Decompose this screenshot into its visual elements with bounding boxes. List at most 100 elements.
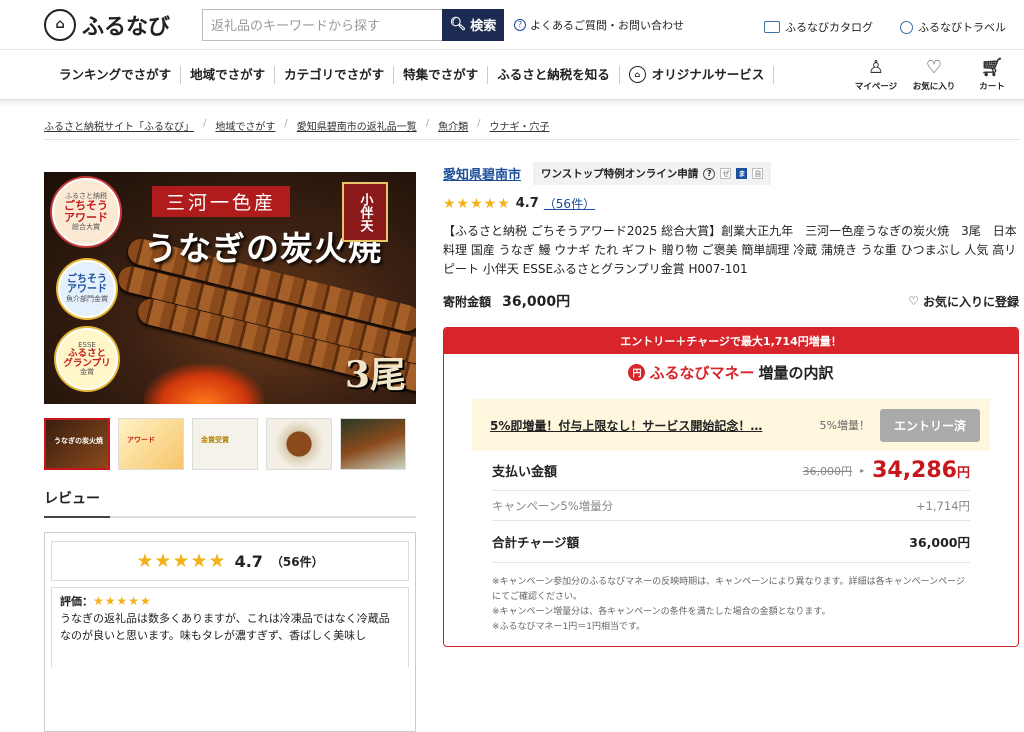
- rating-stars-icon: ★★★★★: [136, 550, 227, 572]
- catalog-link-label: ふるなびカタログ: [785, 21, 873, 34]
- search-icon: 🔍︎: [449, 17, 467, 32]
- cart-label: カート: [979, 82, 1005, 92]
- breadcrumb-item[interactable]: 地域でさがす: [215, 118, 275, 133]
- review-box: ★★★★★ 4.7 （56件） 評価：★★★★★ うなぎの返礼品は数多くあります…: [44, 532, 416, 732]
- campaign-note: ※ふるなびマネー1円＝1円相当です。: [492, 622, 646, 632]
- cart-icon: 🛒︎: [980, 57, 1004, 78]
- pay-label: 支払い金額: [492, 465, 558, 480]
- search-button-label: 検索: [470, 19, 497, 34]
- review-section-title: レビュー: [44, 488, 416, 518]
- onestop-chip: ゼ: [720, 168, 732, 179]
- thumbnail[interactable]: [266, 418, 332, 470]
- thumbnail[interactable]: [340, 418, 406, 470]
- heart-icon: ♡: [908, 294, 919, 308]
- thumbnail[interactable]: 金賞受賞: [192, 418, 258, 470]
- campaign-promo: 5%即増量！付与上限なし！サービス開始記念！… 5%増量！ エントリー済: [472, 399, 990, 451]
- search-button[interactable]: 🔍︎ 検索: [442, 8, 504, 41]
- promo-percent: 5%増量！: [819, 419, 870, 432]
- review-count: （56件）: [270, 554, 324, 569]
- price-row: 寄附金額 36,000円 ♡ お気に入りに登録: [443, 291, 1019, 311]
- user-icon: ♙: [867, 57, 885, 78]
- onestop-label: ワンストップ特例オンライン申請: [541, 168, 699, 180]
- fire-graphic: [144, 364, 264, 404]
- thumbnail-strip: うなぎの炭火焼 アワード 金賞受賞: [44, 418, 416, 470]
- breadcrumb: ふるさと納税サイト「ふるなび」 / 地域でさがす / 愛知県碧南市の返礼品一覧 / 魚…: [44, 118, 1020, 140]
- search-input[interactable]: 返礼品のキーワードから探す: [202, 8, 442, 41]
- faq-link[interactable]: ? よくあるご質問・お問い合わせ: [514, 17, 684, 33]
- arrow-right-icon: ▸: [860, 466, 865, 475]
- nav-shadow: [0, 100, 1024, 106]
- brand-seal: 小伴天: [342, 182, 388, 242]
- pay-old-amount: 36,000円: [802, 464, 853, 478]
- price-label: 寄附金額: [443, 295, 492, 309]
- badge-line: アワード: [64, 211, 108, 224]
- breadcrumb-item[interactable]: 魚介類: [438, 118, 468, 133]
- bonus-value: +1,714円: [915, 498, 970, 513]
- question-icon: ?: [514, 18, 526, 31]
- thumbnail[interactable]: うなぎの炭火焼: [44, 418, 110, 470]
- site-logo[interactable]: ⌂ ふるなび: [44, 8, 202, 41]
- pay-new-amount: 34,286円: [872, 458, 970, 483]
- promo-link[interactable]: 5%即増量！付与上限なし！サービス開始記念！…: [490, 417, 820, 434]
- thumbnail-label: アワード: [127, 436, 155, 444]
- breadcrumb-item[interactable]: ふるさと納税サイト「ふるなび」: [44, 118, 194, 133]
- mypage-label: マイページ: [854, 82, 898, 92]
- search-form: 返礼品のキーワードから探す 🔍︎ 検索: [202, 8, 504, 41]
- review-count-link[interactable]: （56件）: [544, 195, 595, 212]
- review-item: 評価：★★★★★ うなぎの返礼品は数多くありますが、これは冷凍品ではなく冷蔵品な…: [51, 587, 409, 667]
- travel-link-label: ふるなびトラベル: [918, 21, 1006, 34]
- bonus-label: キャンペーン5%増量分: [492, 498, 614, 513]
- main-product-image[interactable]: 三河一色産 うなぎの炭火焼 小伴天 3尾 ふるさと納税 ごちそう アワード 総合…: [44, 172, 416, 404]
- badge-line: 総合大賞: [72, 222, 100, 231]
- faq-link-label: よくあるご質問・お問い合わせ: [530, 18, 684, 32]
- badge-line: 金賞: [80, 367, 94, 376]
- city-link[interactable]: 愛知県碧南市: [443, 164, 521, 183]
- user-icons: ♙ マイページ ♡ お気に入り 🛒︎ カート: [854, 56, 1014, 92]
- nav-region[interactable]: 地域でさがす: [181, 65, 276, 84]
- thumbnail-label: うなぎの炭火焼: [54, 437, 103, 445]
- product-title: 【ふるさと納税 ごちそうアワード2025 総合大賞】創業大正九年 三河一色産うな…: [443, 224, 1017, 276]
- nav-original-services[interactable]: ⌂ オリジナルサービス: [620, 65, 775, 84]
- breadcrumb-item[interactable]: ウナギ・穴子: [490, 118, 550, 133]
- furunavi-mark-icon: ⌂: [628, 66, 646, 83]
- favorites-button[interactable]: ♡ お気に入り: [912, 56, 956, 92]
- add-favorite-button[interactable]: ♡ お気に入りに登録: [908, 293, 1019, 310]
- logo-mark-icon: ⌂: [44, 8, 76, 41]
- thumbnail-label: 金賞受賞: [201, 436, 229, 444]
- product-info-column: 愛知県碧南市 ワンストップ特例オンライン申請 ? ゼ ま 自 ★★★★★ 4.7…: [443, 162, 1019, 647]
- cart-button[interactable]: 🛒︎ カート: [970, 56, 1014, 92]
- award-badge: ごちそう アワード 魚介部門金賞: [58, 260, 116, 318]
- review-summary[interactable]: ★★★★★ 4.7 （56件）: [51, 541, 409, 581]
- travel-icon: [900, 20, 913, 34]
- entry-done-button[interactable]: エントリー済: [879, 408, 980, 442]
- pay-new-unit: 円: [956, 466, 970, 481]
- review-score: 4.7: [234, 551, 263, 571]
- product-meta-row: 愛知県碧南市 ワンストップ特例オンライン申請 ? ゼ ま 自: [443, 162, 1019, 185]
- heart-icon: ♡: [925, 57, 943, 78]
- travel-link[interactable]: ふるなびトラベル: [900, 19, 1006, 35]
- total-row: 合計チャージ額 36,000円: [492, 521, 970, 563]
- global-nav: ランキングでさがす 地域でさがす カテゴリでさがす 特集でさがす ふるさと納税を…: [0, 50, 1024, 100]
- breadcrumb-item[interactable]: 愛知県碧南市の返礼品一覧: [297, 118, 417, 133]
- breadcrumb-sep: /: [425, 118, 430, 129]
- onestop-chip: ま: [736, 168, 748, 179]
- award-badge: ふるさと納税 ごちそう アワード 総合大賞: [52, 178, 120, 246]
- mypage-button[interactable]: ♙ マイページ: [854, 56, 898, 92]
- onestop-badge: ワンストップ特例オンライン申請 ? ゼ ま 自: [533, 162, 772, 185]
- logo-text: ふるなび: [82, 14, 171, 40]
- campaign-note: ※キャンペーン参加分のふるなびマネーの反映時期は、キャンペーンにより異なります。…: [492, 577, 965, 602]
- badge-line: 魚介部門金賞: [66, 294, 108, 303]
- help-icon[interactable]: ?: [703, 167, 716, 180]
- nav-feature[interactable]: 特集でさがす: [394, 65, 489, 84]
- favorites-label: お気に入り: [912, 82, 956, 92]
- nav-category[interactable]: カテゴリでさがす: [275, 65, 395, 84]
- catalog-link[interactable]: ふるなびカタログ: [764, 19, 873, 35]
- catalog-icon: [764, 21, 780, 33]
- nav-learn[interactable]: ふるさと納税を知る: [488, 65, 620, 84]
- thumbnail[interactable]: アワード: [118, 418, 184, 470]
- nav-ranking[interactable]: ランキングでさがす: [50, 65, 182, 84]
- breadcrumb-sep: /: [284, 118, 288, 129]
- campaign-notes: ※キャンペーン参加分のふるなびマネーの反映時期は、キャンペーンにより異なります。…: [492, 575, 970, 635]
- breadcrumb-sep: /: [477, 118, 481, 129]
- site-header: ⌂ ふるなび 返礼品のキーワードから探す 🔍︎ 検索 ? よくあるご質問・お問い…: [0, 0, 1024, 50]
